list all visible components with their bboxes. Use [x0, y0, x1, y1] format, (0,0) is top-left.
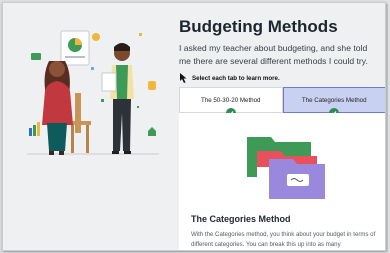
method-tabs: The 50-30-20 Method The Categories Metho… [179, 87, 385, 118]
lesson-card: Budgeting Methods I asked my teacher abo… [2, 2, 386, 251]
tab-content-panel: The Categories Method With the Categorie… [179, 113, 385, 250]
intro-text: I asked my teacher about budgeting, and … [179, 43, 368, 66]
panel-body-text: With the Categories method, you think ab… [191, 231, 376, 248]
teacher-student-illustration [27, 30, 159, 155]
page-title: Budgeting Methods [179, 17, 338, 36]
folders-icon [247, 137, 325, 199]
pointer-cursor-icon [180, 73, 187, 83]
panel-heading: The Categories Method [191, 214, 291, 224]
tab-instruction: Select each tab to learn more. [179, 72, 280, 84]
tab-label: The Categories Method [301, 96, 367, 104]
tab-50-30-20-method[interactable]: The 50-30-20 Method [179, 87, 283, 118]
tab-label: The 50-30-20 Method [200, 96, 261, 104]
tab-categories-method[interactable]: The Categories Method [282, 87, 385, 118]
tab-instruction-text: Select each tab to learn more. [192, 74, 280, 82]
